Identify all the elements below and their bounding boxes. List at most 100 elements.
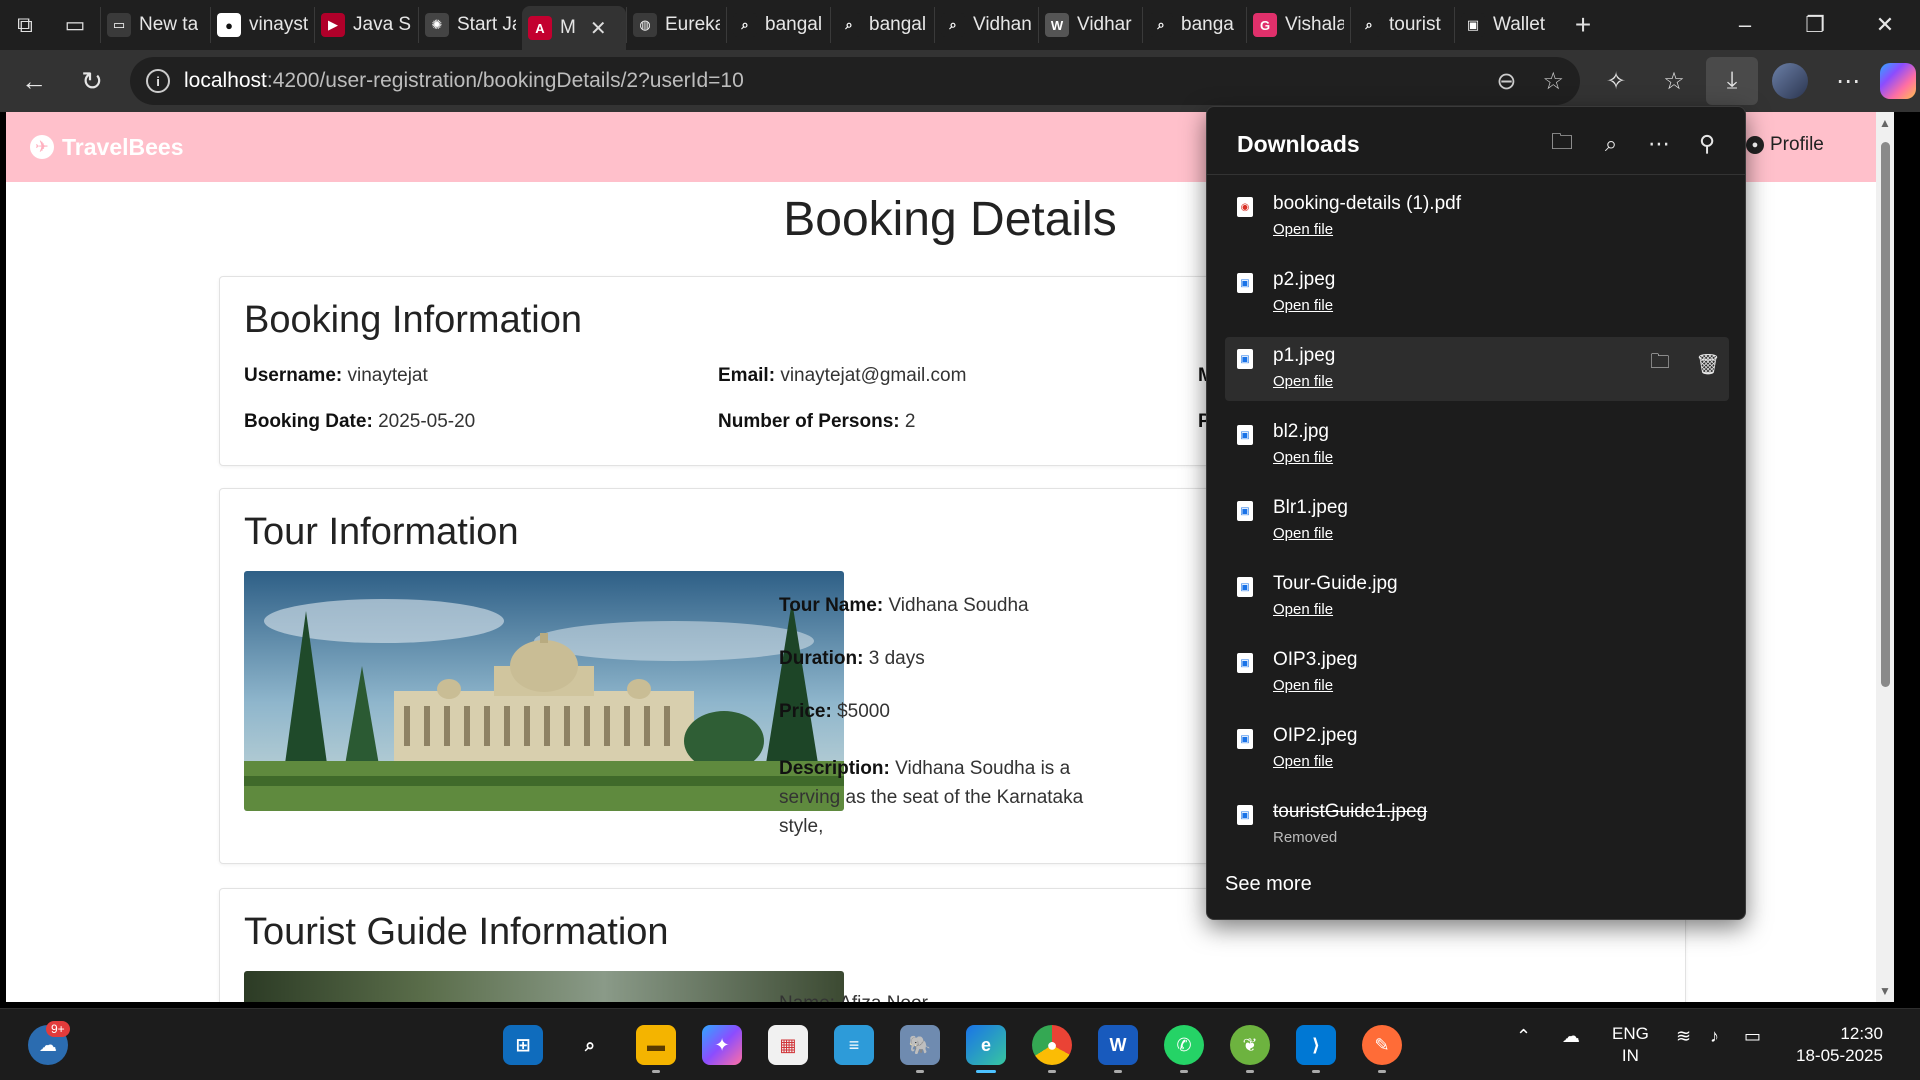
- store-icon[interactable]: ▦: [768, 1025, 808, 1065]
- open-file-link[interactable]: Open file: [1273, 449, 1333, 466]
- search-taskbar-icon[interactable]: ⌕: [570, 1025, 610, 1065]
- downloads-title: Downloads: [1237, 131, 1360, 157]
- file-explorer-icon[interactable]: ▬: [636, 1025, 676, 1073]
- open-file-link[interactable]: Open file: [1273, 373, 1333, 390]
- url-host: localhost: [184, 69, 267, 92]
- browser-tab[interactable]: ▣ Wallet: [1454, 7, 1558, 43]
- vscode-icon[interactable]: ⟩: [1296, 1025, 1336, 1073]
- tab-favicon-icon: ⌕: [733, 13, 757, 37]
- volume-icon[interactable]: ♪: [1710, 1025, 1719, 1047]
- open-file-link[interactable]: Open file: [1273, 677, 1333, 694]
- download-filename: OIP2.jpeg: [1273, 725, 1358, 746]
- scroll-up-icon[interactable]: ▲: [1879, 116, 1891, 130]
- copilot-taskbar-icon[interactable]: ✦: [702, 1025, 742, 1065]
- profile-link[interactable]: ● Profile: [1746, 134, 1824, 156]
- workspaces-icon[interactable]: ⧉: [0, 0, 50, 50]
- see-more-link[interactable]: See more: [1225, 873, 1312, 896]
- postgres-icon[interactable]: 🐘: [900, 1025, 940, 1073]
- notepad-icon[interactable]: ≡: [834, 1025, 874, 1065]
- browser-tab[interactable]: ● vinayst: [210, 7, 314, 43]
- browser-tab[interactable]: G Vishala: [1246, 7, 1350, 43]
- delete-icon[interactable]: 🗑: [1693, 349, 1723, 379]
- user-circle-icon: ●: [1746, 136, 1764, 154]
- new-tab-button[interactable]: +: [1558, 0, 1608, 50]
- extensions-icon[interactable]: ✧: [1590, 57, 1642, 105]
- download-item[interactable]: ▣ bl2.jpg Open file: [1225, 413, 1729, 477]
- download-item[interactable]: ▣ Blr1.jpeg Open file: [1225, 489, 1729, 553]
- scroll-down-icon[interactable]: ▼: [1879, 984, 1891, 998]
- onedrive-icon[interactable]: ☁: [1562, 1025, 1580, 1047]
- browser-tab[interactable]: ▶ Java Sp: [314, 7, 418, 43]
- site-info-icon[interactable]: i: [146, 69, 170, 93]
- more-options-icon[interactable]: ⋯: [1644, 129, 1674, 159]
- address-bar[interactable]: i localhost:4200/user-registration/booki…: [130, 57, 1580, 105]
- back-icon[interactable]: ←: [10, 57, 58, 105]
- show-in-folder-icon[interactable]: 🗀: [1645, 349, 1675, 379]
- download-item[interactable]: ▣ p2.jpeg Open file: [1225, 261, 1729, 325]
- favorites-icon[interactable]: ☆: [1648, 57, 1700, 105]
- close-tab-icon[interactable]: ✕: [590, 16, 607, 41]
- pin-icon[interactable]: ⚲: [1692, 129, 1722, 159]
- more-menu-icon[interactable]: ⋯: [1822, 57, 1874, 105]
- page-scrollbar[interactable]: ▲ ▼: [1876, 112, 1894, 1002]
- brand[interactable]: ✈ TravelBees: [30, 134, 183, 161]
- open-file-link[interactable]: Open file: [1273, 753, 1333, 770]
- zoom-out-icon[interactable]: ⊖: [1496, 67, 1516, 96]
- open-file-link[interactable]: Open file: [1273, 221, 1333, 238]
- open-file-link[interactable]: Open file: [1273, 601, 1333, 618]
- spring-tool-icon[interactable]: ❦: [1230, 1025, 1270, 1073]
- browser-tab[interactable]: ▭ New ta: [100, 7, 210, 43]
- search-icon[interactable]: ⌕: [1596, 129, 1626, 159]
- browser-tab[interactable]: ⌕ Vidhan: [934, 7, 1038, 43]
- folder-icon[interactable]: 🗀: [1547, 129, 1577, 159]
- download-filename: booking-details (1).pdf: [1273, 193, 1461, 214]
- browser-tab[interactable]: ✺ Start Ja: [418, 7, 522, 43]
- tour-photo-illustration: [244, 571, 844, 811]
- scroll-thumb[interactable]: [1881, 142, 1890, 687]
- tab-title: vinayst: [249, 14, 308, 35]
- download-item[interactable]: ▣ OIP2.jpeg Open file: [1225, 717, 1729, 781]
- guide-name-field: Name: Afiza Noor: [779, 993, 928, 1002]
- browser-tab[interactable]: ⌕ bangal: [830, 7, 934, 43]
- open-file-link[interactable]: Open file: [1273, 525, 1333, 542]
- browser-tab[interactable]: ⌕ banga: [1142, 7, 1246, 43]
- pdf-file-icon: ◉: [1237, 197, 1253, 217]
- browser-tab[interactable]: ◍ Eureka: [626, 7, 726, 43]
- minimize-icon[interactable]: –: [1710, 0, 1780, 50]
- language-indicator[interactable]: ENG IN: [1612, 1023, 1649, 1067]
- whatsapp-icon[interactable]: ✆: [1164, 1025, 1204, 1073]
- browser-tab[interactable]: W Vidhar: [1038, 7, 1142, 43]
- restore-icon[interactable]: ❐: [1780, 0, 1850, 50]
- chrome-icon[interactable]: ●: [1032, 1025, 1072, 1073]
- postman-icon[interactable]: ✎: [1362, 1025, 1402, 1073]
- browser-tab[interactable]: A M ✕: [522, 6, 626, 50]
- open-file-link[interactable]: Open file: [1273, 297, 1333, 314]
- download-item[interactable]: ▣ touristGuide1.jpeg Removed: [1225, 793, 1729, 857]
- copilot-icon[interactable]: [1880, 63, 1916, 99]
- close-window-icon[interactable]: ✕: [1850, 0, 1920, 50]
- downloads-icon[interactable]: ⤓: [1706, 57, 1758, 105]
- browser-tab[interactable]: ⌕ bangal: [726, 7, 830, 43]
- window-controls: – ❐ ✕: [1710, 0, 1920, 50]
- start-icon[interactable]: ⊞: [503, 1025, 543, 1065]
- refresh-icon[interactable]: ↻: [68, 57, 116, 105]
- clock[interactable]: 12:30 18-05-2025: [1796, 1023, 1883, 1067]
- edge-icon[interactable]: e: [966, 1025, 1006, 1073]
- tab-favicon-icon: G: [1253, 13, 1277, 37]
- image-file-icon: ▣: [1237, 729, 1253, 749]
- wifi-icon[interactable]: ≋: [1676, 1025, 1691, 1047]
- word-icon[interactable]: W: [1098, 1025, 1138, 1073]
- download-item[interactable]: ◉ booking-details (1).pdf Open file: [1225, 185, 1729, 249]
- favorite-star-icon[interactable]: ☆: [1542, 67, 1564, 96]
- vertical-tabs-icon[interactable]: ▭: [50, 0, 100, 50]
- tab-title: Eureka: [665, 14, 720, 35]
- browser-tab[interactable]: ⌕ tourist: [1350, 7, 1454, 43]
- download-item[interactable]: ▣ Tour-Guide.jpg Open file: [1225, 565, 1729, 629]
- tab-title: Vishala: [1285, 14, 1344, 35]
- battery-icon[interactable]: ▭: [1744, 1025, 1761, 1047]
- profile-avatar[interactable]: [1772, 63, 1808, 99]
- show-hidden-icons[interactable]: ⌃: [1516, 1025, 1531, 1047]
- download-item[interactable]: ▣ OIP3.jpeg Open file: [1225, 641, 1729, 705]
- download-item[interactable]: ▣ p1.jpeg Open file 🗀 🗑: [1225, 337, 1729, 401]
- description-field: Description: Vidhana Soudha is a serving…: [779, 758, 1084, 837]
